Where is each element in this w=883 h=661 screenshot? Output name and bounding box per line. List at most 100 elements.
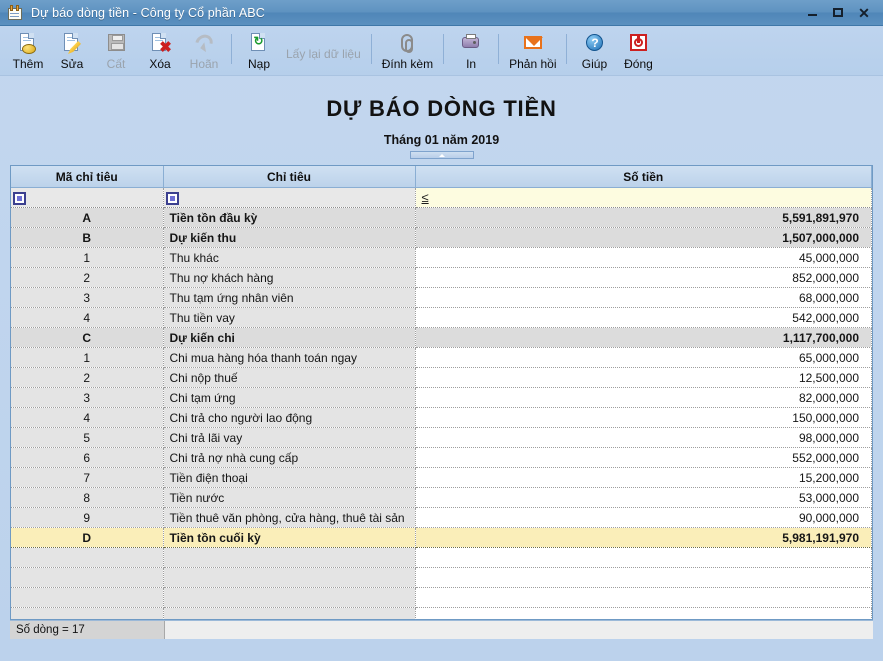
collapse-splitter[interactable] [410, 151, 474, 159]
less-equal-operator-icon[interactable]: ≤ [418, 190, 429, 205]
column-header-amount[interactable]: Số tiền [415, 166, 872, 188]
toolbar-button-refresh-data[interactable]: Lấy lại dữ liệu [281, 30, 366, 74]
table-row[interactable]: 2Thu nợ khách hàng852,000,000 [11, 268, 872, 288]
cell-amount[interactable]: 53,000,000 [415, 488, 872, 508]
cell-code[interactable]: 5 [11, 428, 163, 448]
cell-code[interactable]: B [11, 228, 163, 248]
cell-amount[interactable]: 65,000,000 [415, 348, 872, 368]
cell-name[interactable]: Tiền thuê văn phòng, cửa hàng, thuê tài … [163, 508, 415, 528]
table-row[interactable]: 7Tiền điện thoại15,200,000 [11, 468, 872, 488]
cell-name[interactable] [163, 548, 415, 568]
cell-code[interactable]: A [11, 208, 163, 228]
table-row[interactable]: DTiền tồn cuối kỳ5,981,191,970 [11, 528, 872, 548]
column-header-name[interactable]: Chỉ tiêu [163, 166, 415, 188]
cell-name[interactable]: Tiền tồn đầu kỳ [163, 208, 415, 228]
toolbar-button-edit[interactable]: Sửa [50, 30, 94, 74]
cell-name[interactable]: Chi trả lãi vay [163, 428, 415, 448]
toolbar-button-add[interactable]: Thêm [6, 30, 50, 74]
toolbar-button-print[interactable]: In [449, 30, 493, 74]
filter-cell-name[interactable] [163, 188, 415, 208]
cell-name[interactable]: Thu nợ khách hàng [163, 268, 415, 288]
table-row[interactable] [11, 588, 872, 608]
cell-amount[interactable]: 98,000,000 [415, 428, 872, 448]
table-row[interactable]: 3Chi tạm ứng82,000,000 [11, 388, 872, 408]
cell-amount[interactable]: 12,500,000 [415, 368, 872, 388]
cell-name[interactable]: Dự kiến thu [163, 228, 415, 248]
cell-code[interactable]: 8 [11, 488, 163, 508]
cell-name[interactable]: Dự kiến chi [163, 328, 415, 348]
cell-amount[interactable] [415, 588, 872, 608]
cell-code[interactable]: 1 [11, 348, 163, 368]
cell-amount[interactable]: 68,000,000 [415, 288, 872, 308]
cell-name[interactable]: Tiền điện thoại [163, 468, 415, 488]
cell-code[interactable]: 7 [11, 468, 163, 488]
cell-amount[interactable]: 82,000,000 [415, 388, 872, 408]
cell-name[interactable]: Chi mua hàng hóa thanh toán ngay [163, 348, 415, 368]
toolbar-button-feedback[interactable]: Phản hồi [504, 30, 561, 74]
cell-code[interactable]: C [11, 328, 163, 348]
cell-code[interactable]: 2 [11, 268, 163, 288]
cell-code[interactable]: 2 [11, 368, 163, 388]
cell-code[interactable] [11, 588, 163, 608]
toolbar-button-help[interactable]: ? Giúp [572, 30, 616, 74]
toolbar-button-reload[interactable]: ↻ Nạp [237, 30, 281, 74]
cell-name[interactable]: Thu tiền vay [163, 308, 415, 328]
cell-name[interactable] [163, 568, 415, 588]
maximize-button[interactable] [825, 2, 851, 24]
table-row[interactable]: 2Chi nộp thuế12,500,000 [11, 368, 872, 388]
cell-code[interactable]: 3 [11, 288, 163, 308]
toolbar-button-delete[interactable]: ✖ Xóa [138, 30, 182, 74]
table-row[interactable]: ATiền tồn đầu kỳ5,591,891,970 [11, 208, 872, 228]
table-row[interactable]: 1Thu khác45,000,000 [11, 248, 872, 268]
close-button[interactable]: ✕ [851, 2, 877, 24]
toolbar-button-save[interactable]: Cất [94, 30, 138, 74]
cell-code[interactable] [11, 568, 163, 588]
cell-name[interactable]: Chi nộp thuế [163, 368, 415, 388]
cell-code[interactable]: 9 [11, 508, 163, 528]
cell-name[interactable]: Chi tạm ứng [163, 388, 415, 408]
cell-amount[interactable]: 150,000,000 [415, 408, 872, 428]
table-row[interactable]: 5Chi trả lãi vay98,000,000 [11, 428, 872, 448]
cell-code[interactable] [11, 608, 163, 620]
cell-amount[interactable]: 45,000,000 [415, 248, 872, 268]
minimize-button[interactable] [799, 2, 825, 24]
cell-amount[interactable]: 5,981,191,970 [415, 528, 872, 548]
cell-amount[interactable]: 5,591,891,970 [415, 208, 872, 228]
cell-name[interactable]: Chi trả nợ nhà cung cấp [163, 448, 415, 468]
cell-amount[interactable] [415, 608, 872, 620]
table-row[interactable]: 4Thu tiền vay542,000,000 [11, 308, 872, 328]
filter-cell-amount[interactable]: ≤ [415, 188, 872, 208]
cell-amount[interactable] [415, 568, 872, 588]
cell-amount[interactable]: 552,000,000 [415, 448, 872, 468]
table-row[interactable]: CDự kiến chi1,117,700,000 [11, 328, 872, 348]
cell-amount[interactable]: 90,000,000 [415, 508, 872, 528]
cell-amount[interactable]: 1,507,000,000 [415, 228, 872, 248]
column-header-code[interactable]: Mã chỉ tiêu [11, 166, 163, 188]
cell-name[interactable]: Chi trả cho người lao động [163, 408, 415, 428]
cell-amount[interactable]: 542,000,000 [415, 308, 872, 328]
cell-code[interactable]: 4 [11, 408, 163, 428]
cell-name[interactable]: Thu tạm ứng nhân viên [163, 288, 415, 308]
cell-name[interactable]: Tiền nước [163, 488, 415, 508]
table-row[interactable] [11, 608, 872, 620]
cell-amount[interactable]: 852,000,000 [415, 268, 872, 288]
cell-name[interactable]: Thu khác [163, 248, 415, 268]
table-row[interactable]: 4Chi trả cho người lao động150,000,000 [11, 408, 872, 428]
table-row[interactable]: 9Tiền thuê văn phòng, cửa hàng, thuê tài… [11, 508, 872, 528]
cell-name[interactable] [163, 588, 415, 608]
table-row[interactable]: BDự kiến thu1,507,000,000 [11, 228, 872, 248]
table-row[interactable]: 6Chi trả nợ nhà cung cấp552,000,000 [11, 448, 872, 468]
cell-code[interactable]: 6 [11, 448, 163, 468]
cell-name[interactable] [163, 608, 415, 620]
cell-code[interactable]: 3 [11, 388, 163, 408]
cell-amount[interactable] [415, 548, 872, 568]
table-row[interactable]: 3Thu tạm ứng nhân viên68,000,000 [11, 288, 872, 308]
table-row[interactable] [11, 568, 872, 588]
toolbar-button-undo[interactable]: Hoãn [182, 30, 226, 74]
cell-amount[interactable]: 15,200,000 [415, 468, 872, 488]
cell-code[interactable]: D [11, 528, 163, 548]
filter-box-icon[interactable] [166, 192, 179, 205]
filter-cell-code[interactable] [11, 188, 163, 208]
toolbar-button-attach[interactable]: Đính kèm [377, 30, 438, 74]
table-row[interactable] [11, 548, 872, 568]
